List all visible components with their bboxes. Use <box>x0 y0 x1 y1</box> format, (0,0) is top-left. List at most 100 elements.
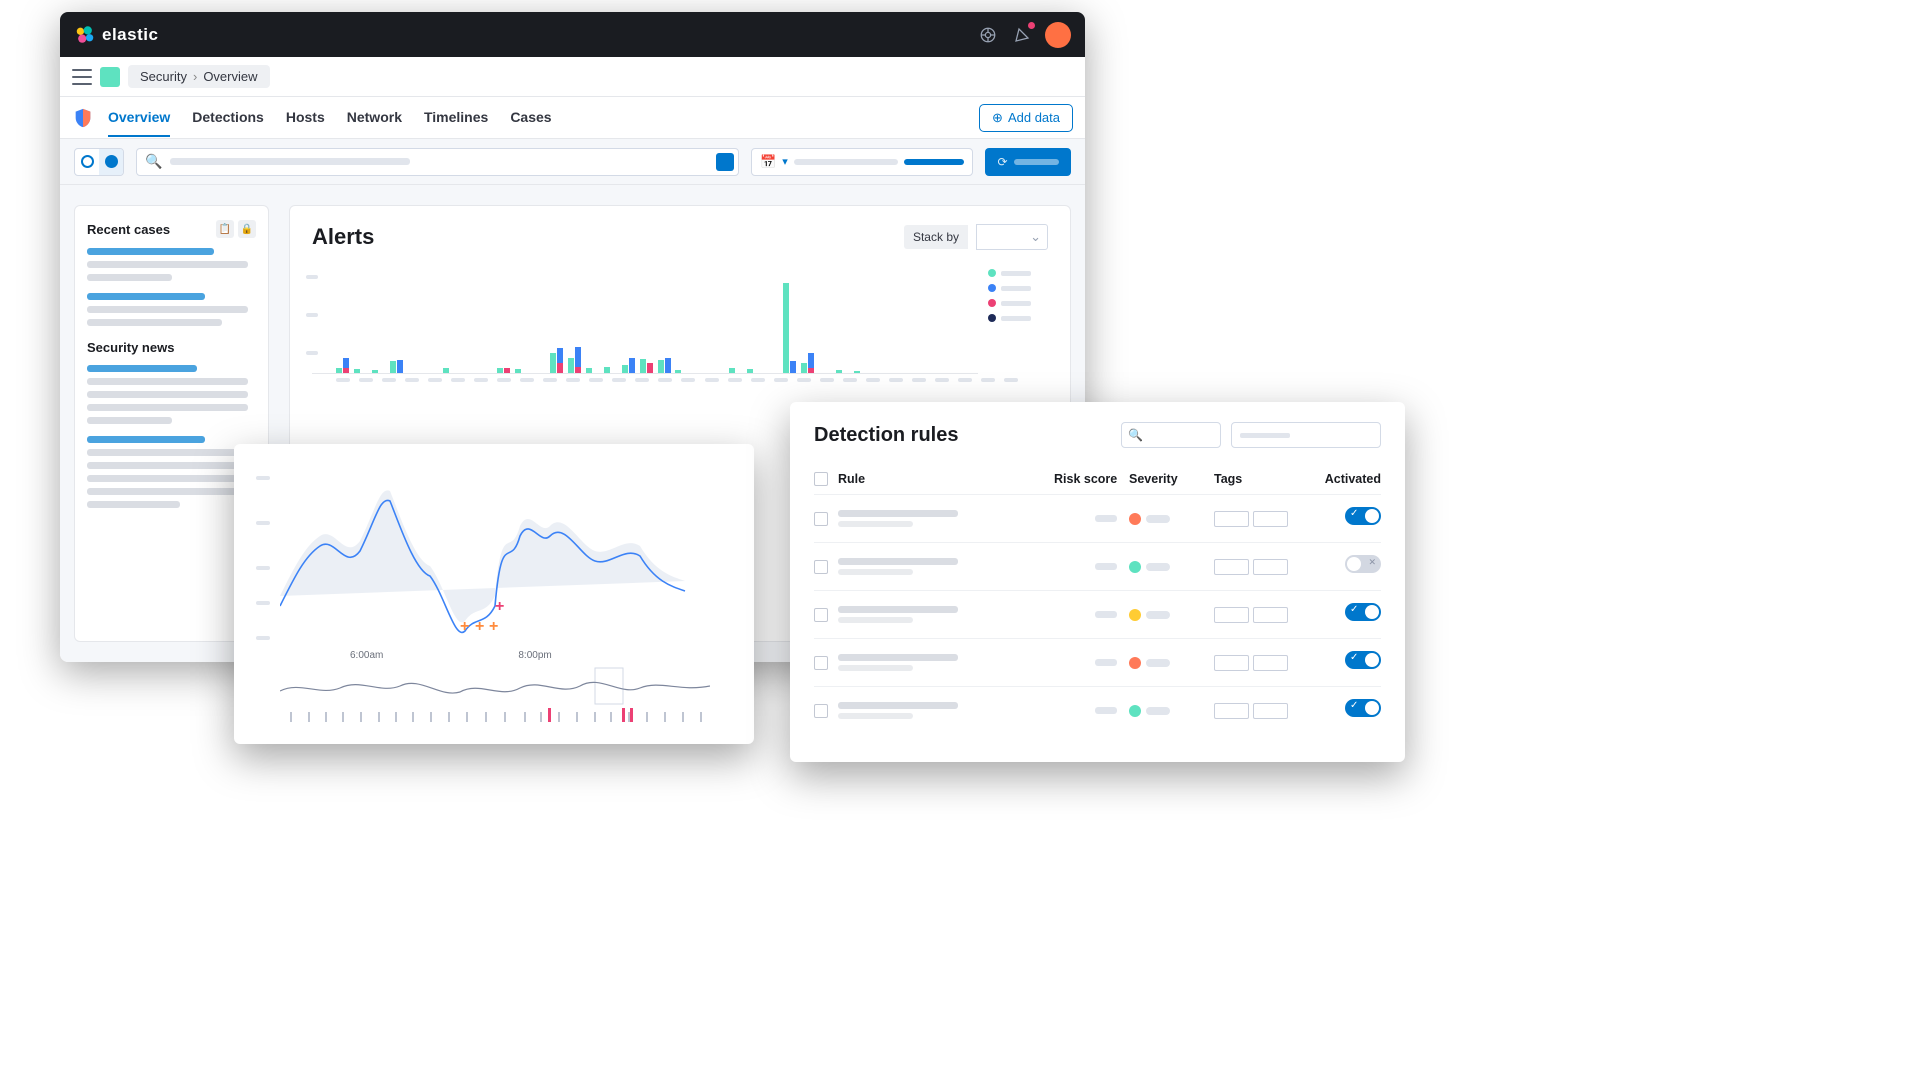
row-checkbox[interactable] <box>814 512 828 526</box>
severity <box>1129 657 1214 669</box>
stack-by-select[interactable] <box>976 224 1048 250</box>
col-rule[interactable]: Rule <box>838 472 1054 486</box>
app-tile-icon[interactable] <box>100 67 120 87</box>
risk-score <box>1054 515 1129 522</box>
severity <box>1129 609 1214 621</box>
anomaly-marker-icon: + <box>495 598 504 616</box>
legend-item[interactable] <box>988 284 1048 292</box>
legend-item[interactable] <box>988 299 1048 307</box>
row-checkbox[interactable] <box>814 656 828 670</box>
legend-item[interactable] <box>988 314 1048 322</box>
activated-toggle[interactable] <box>1345 555 1381 573</box>
line-x-axis: 6:00am 8:00pm <box>280 650 732 661</box>
breadcrumb-page: Overview <box>203 69 257 84</box>
rules-filter-select[interactable] <box>1231 422 1381 448</box>
col-risk[interactable]: Risk score <box>1054 472 1129 486</box>
activated-toggle-cell <box>1319 651 1381 674</box>
row-checkbox[interactable] <box>814 608 828 622</box>
table-row[interactable] <box>814 542 1381 590</box>
risk-score <box>1054 707 1129 714</box>
tab-detections[interactable]: Detections <box>192 99 264 137</box>
bar-group <box>372 370 378 373</box>
table-row[interactable] <box>814 686 1381 734</box>
search-input[interactable]: 🔍 <box>136 148 739 176</box>
tags <box>1214 511 1319 527</box>
activated-toggle[interactable] <box>1345 651 1381 669</box>
security-news-title: Security news <box>87 340 256 355</box>
refresh-button[interactable]: ⟳ <box>985 148 1071 176</box>
row-checkbox[interactable] <box>814 560 828 574</box>
activated-toggle[interactable] <box>1345 507 1381 525</box>
news-link[interactable] <box>87 365 197 372</box>
col-activated[interactable]: Activated <box>1319 472 1381 486</box>
tab-hosts[interactable]: Hosts <box>286 99 325 137</box>
legend-item[interactable] <box>988 269 1048 277</box>
news-desc <box>87 475 248 482</box>
tab-network[interactable]: Network <box>347 99 402 137</box>
x-tick <box>728 378 742 382</box>
menu-toggle-icon[interactable] <box>72 69 92 85</box>
risk-score <box>1054 659 1129 666</box>
date-picker[interactable]: 📅 ▾ <box>751 148 973 176</box>
x-tick <box>820 378 834 382</box>
x-tick <box>497 378 511 382</box>
case-link[interactable] <box>87 293 205 300</box>
x-tick <box>589 378 603 382</box>
row-checkbox[interactable] <box>814 704 828 718</box>
x-tick <box>428 378 442 382</box>
activated-toggle[interactable] <box>1345 603 1381 621</box>
chevron-down-icon: ▾ <box>782 155 788 168</box>
cases-list-icon[interactable]: 📋 <box>216 220 234 238</box>
rules-search-input[interactable]: 🔍 <box>1121 422 1221 448</box>
table-row[interactable] <box>814 494 1381 542</box>
help-icon[interactable] <box>977 24 999 46</box>
cases-lock-icon[interactable]: 🔒 <box>238 220 256 238</box>
breadcrumb-app: Security <box>140 69 187 84</box>
top-right-icons <box>977 22 1071 48</box>
tab-timelines[interactable]: Timelines <box>424 99 488 137</box>
table-row[interactable] <box>814 590 1381 638</box>
calendar-icon: 📅 <box>760 154 776 170</box>
brand: elastic <box>74 24 158 46</box>
event-ticks <box>280 704 732 722</box>
search-icon: 🔍 <box>145 153 162 170</box>
elastic-logo-icon <box>74 24 96 46</box>
query-mode-toggle[interactable] <box>74 148 124 176</box>
col-severity[interactable]: Severity <box>1129 472 1214 486</box>
news-icon[interactable] <box>1011 24 1033 46</box>
activated-toggle-cell <box>1319 555 1381 578</box>
x-tick <box>751 378 765 382</box>
rule-name <box>838 654 1054 671</box>
col-tags[interactable]: Tags <box>1214 472 1319 486</box>
alerts-chart <box>312 264 1048 374</box>
bar-group <box>675 370 681 373</box>
query-bar: 🔍 📅 ▾ ⟳ <box>60 139 1085 185</box>
recent-cases-header: Recent cases 📋 🔒 <box>87 220 256 238</box>
x-tick <box>912 378 926 382</box>
activated-toggle-cell <box>1319 699 1381 722</box>
tab-overview[interactable]: Overview <box>108 99 170 137</box>
activated-toggle-cell <box>1319 603 1381 626</box>
tab-cases[interactable]: Cases <box>510 99 551 137</box>
detection-rules-card: Detection rules 🔍 Rule Risk score Severi… <box>790 402 1405 762</box>
news-desc <box>87 404 248 411</box>
news-desc <box>87 391 248 398</box>
bar-chart-area <box>312 264 978 374</box>
news-link[interactable] <box>87 436 205 443</box>
add-data-button[interactable]: ⊕ Add data <box>979 104 1073 132</box>
table-row[interactable] <box>814 638 1381 686</box>
kql-badge[interactable] <box>716 153 734 171</box>
anomaly-marker-icon: + <box>489 618 498 636</box>
rules-title: Detection rules <box>814 424 958 447</box>
activated-toggle[interactable] <box>1345 699 1381 717</box>
avatar[interactable] <box>1045 22 1071 48</box>
anomaly-card: + + + + 6:00am 8:00pm <box>234 444 754 744</box>
rule-name <box>838 606 1054 623</box>
case-desc <box>87 319 222 326</box>
breadcrumb[interactable]: Security › Overview <box>128 65 270 88</box>
stack-by-control: Stack by <box>904 224 1048 250</box>
date-to-placeholder <box>904 159 964 165</box>
tags <box>1214 559 1319 575</box>
select-all-checkbox[interactable] <box>814 472 828 486</box>
case-link[interactable] <box>87 248 214 255</box>
